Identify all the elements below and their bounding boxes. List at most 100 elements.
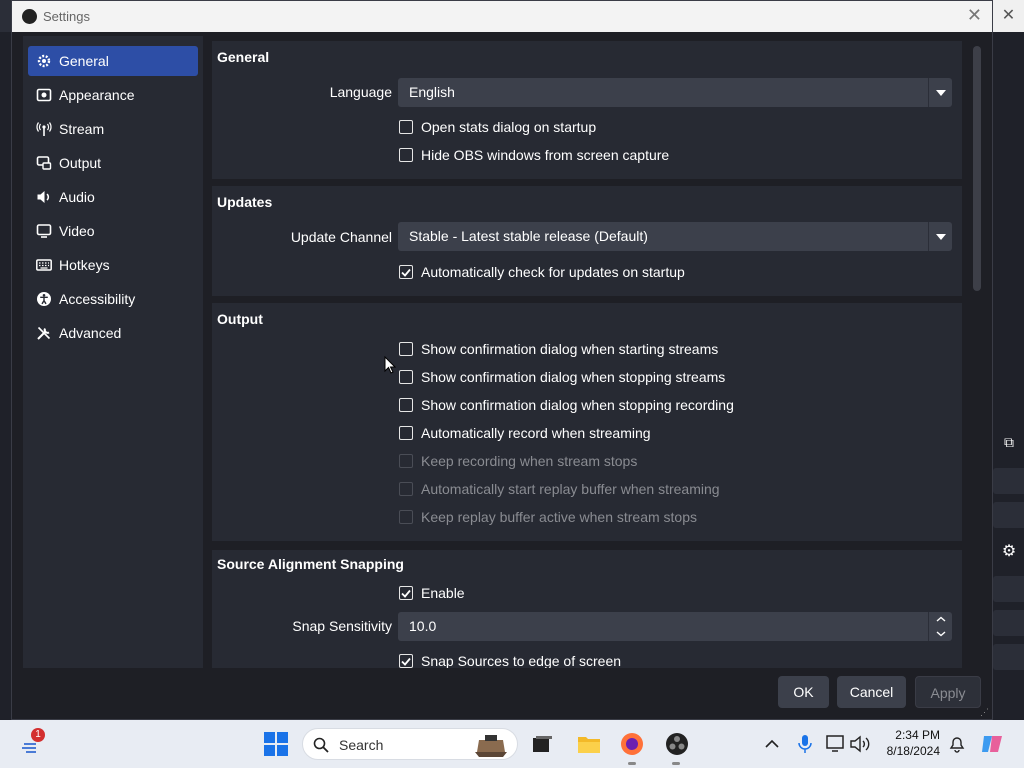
obs-logo-icon — [22, 9, 37, 24]
background-block — [993, 610, 1024, 636]
task-view-icon[interactable] — [530, 732, 554, 756]
sidebar-item-label: Accessibility — [59, 291, 136, 307]
updates-group: Updates Update Channel Stable - Latest s… — [212, 186, 962, 296]
snapping-group: Source Alignment Snapping Enable Snap Se… — [212, 550, 962, 668]
cancel-button[interactable]: Cancel — [837, 676, 906, 708]
gear-icon — [35, 52, 53, 70]
taskbar: 1 Search 2:34 PM 8/18/2024 — [0, 720, 1024, 768]
sidebar-item-video[interactable]: Video — [28, 216, 198, 246]
sidebar-item-stream[interactable]: Stream — [28, 114, 198, 144]
snap-sensitivity-value: 10.0 — [409, 618, 437, 634]
group-title: Updates — [217, 194, 273, 210]
microphone-icon[interactable] — [793, 732, 817, 756]
file-explorer-icon[interactable] — [577, 732, 601, 756]
sidebar-item-label: General — [59, 53, 109, 69]
obs-taskbar-icon[interactable] — [665, 732, 689, 756]
scrollbar-thumb[interactable] — [973, 46, 981, 291]
checkbox-label: Open stats dialog on startup — [421, 119, 597, 135]
keep-replay-buffer-checkbox: Keep replay buffer active when stream st… — [399, 509, 697, 525]
search-placeholder: Search — [339, 737, 384, 753]
settings-sidebar: General Appearance Stream Output Audio V… — [23, 36, 203, 668]
checkbox-label: Automatically record when streaming — [421, 425, 651, 441]
confirm-stop-recording-checkbox[interactable]: Show confirmation dialog when stopping r… — [399, 397, 734, 413]
spin-buttons[interactable] — [928, 612, 952, 641]
running-indicator — [672, 762, 680, 765]
sidebar-item-label: Advanced — [59, 325, 122, 341]
hide-obs-checkbox[interactable]: Hide OBS windows from screen capture — [399, 147, 669, 163]
background-block — [993, 468, 1024, 494]
checkbox-box — [399, 342, 413, 356]
sidebar-item-accessibility[interactable]: Accessibility — [28, 284, 198, 314]
resize-grip-icon[interactable]: ⋰ — [980, 707, 990, 717]
confirm-start-stream-checkbox[interactable]: Show confirmation dialog when starting s… — [399, 341, 718, 357]
background-block — [993, 576, 1024, 602]
taskbar-search[interactable]: Search — [302, 728, 518, 760]
sidebar-item-output[interactable]: Output — [28, 148, 198, 178]
checkbox-label: Automatically start replay buffer when s… — [421, 481, 720, 497]
checkbox-label: Show confirmation dialog when starting s… — [421, 341, 719, 357]
update-channel-select[interactable]: Stable - Latest stable release (Default) — [398, 222, 952, 251]
group-title: General — [217, 49, 270, 65]
checkbox-label: Show confirmation dialog when stopping s… — [421, 369, 726, 385]
checkbox-box — [399, 398, 413, 412]
language-label: Language — [329, 84, 392, 100]
chevron-down-icon — [928, 222, 952, 251]
ok-button[interactable]: OK — [778, 676, 829, 708]
volume-icon[interactable] — [849, 732, 873, 756]
checkbox-box — [399, 510, 413, 524]
language-select[interactable]: English — [398, 78, 952, 107]
group-title: Output — [217, 311, 263, 327]
snap-sensitivity-spinbox[interactable]: 10.0 — [398, 612, 952, 641]
auto-update-checkbox[interactable]: Automatically check for updates on start… — [399, 264, 685, 280]
background-close-icon[interactable]: ✕ — [993, 0, 1024, 32]
sidebar-item-label: Stream — [59, 121, 105, 137]
keep-recording-checkbox: Keep recording when stream stops — [399, 453, 637, 469]
gear-icon[interactable]: ⚙ — [997, 541, 1021, 565]
auto-record-checkbox[interactable]: Automatically record when streaming — [399, 425, 651, 441]
checkmark-icon — [399, 265, 413, 279]
snap-sensitivity-label: Snap Sensitivity — [292, 618, 392, 634]
sidebar-item-label: Audio — [59, 189, 95, 205]
settings-window: Settings ✕ General Appearance Stream Out… — [11, 0, 993, 720]
antenna-icon — [35, 120, 53, 138]
chevron-up-icon[interactable] — [760, 732, 784, 756]
network-icon[interactable] — [825, 732, 849, 756]
firefox-icon[interactable] — [620, 732, 644, 756]
speaker-icon — [35, 188, 53, 206]
wrench-icon — [35, 324, 53, 342]
windows-start-icon[interactable] — [264, 732, 288, 756]
output-icon — [35, 154, 53, 172]
sidebar-item-general[interactable]: General — [28, 46, 198, 76]
background-right-panel: ⧉ ⚙ — [993, 32, 1024, 720]
bell-icon[interactable] — [945, 732, 969, 756]
keyboard-icon — [35, 256, 53, 274]
sidebar-item-label: Video — [59, 223, 95, 239]
confirm-stop-stream-checkbox[interactable]: Show confirmation dialog when stopping s… — [399, 369, 725, 385]
output-group: Output Show confirmation dialog when sta… — [212, 303, 962, 541]
checkmark-icon — [399, 586, 413, 600]
taskbar-clock[interactable]: 2:34 PM 8/18/2024 — [884, 727, 940, 759]
checkbox-box — [399, 120, 413, 134]
sidebar-item-advanced[interactable]: Advanced — [28, 318, 198, 348]
sidebar-item-appearance[interactable]: Appearance — [28, 80, 198, 110]
background-block — [993, 502, 1024, 528]
checkbox-label: Enable — [421, 585, 465, 601]
sidebar-item-label: Output — [59, 155, 102, 171]
checkbox-label: Hide OBS windows from screen capture — [421, 147, 670, 163]
apply-button[interactable]: Apply — [915, 676, 981, 708]
checkbox-label: Show confirmation dialog when stopping r… — [421, 397, 734, 413]
sidebar-item-audio[interactable]: Audio — [28, 182, 198, 212]
settings-content: General Language English Open stats dial… — [212, 36, 964, 668]
chevron-down-icon — [928, 78, 952, 107]
search-icon — [313, 737, 329, 753]
open-stats-checkbox[interactable]: Open stats dialog on startup — [399, 119, 596, 135]
close-icon[interactable]: ✕ — [967, 5, 982, 26]
group-title: Source Alignment Snapping — [217, 556, 404, 572]
sidebar-item-hotkeys[interactable]: Hotkeys — [28, 250, 198, 280]
dock-icon[interactable]: ⧉ — [997, 434, 1021, 458]
checkbox-label: Automatically check for updates on start… — [421, 264, 685, 280]
snap-enable-checkbox[interactable]: Enable — [399, 585, 465, 601]
snap-edge-checkbox[interactable]: Snap Sources to edge of screen — [399, 653, 621, 668]
copilot-icon[interactable] — [980, 732, 1004, 756]
general-group: General Language English Open stats dial… — [212, 41, 962, 179]
